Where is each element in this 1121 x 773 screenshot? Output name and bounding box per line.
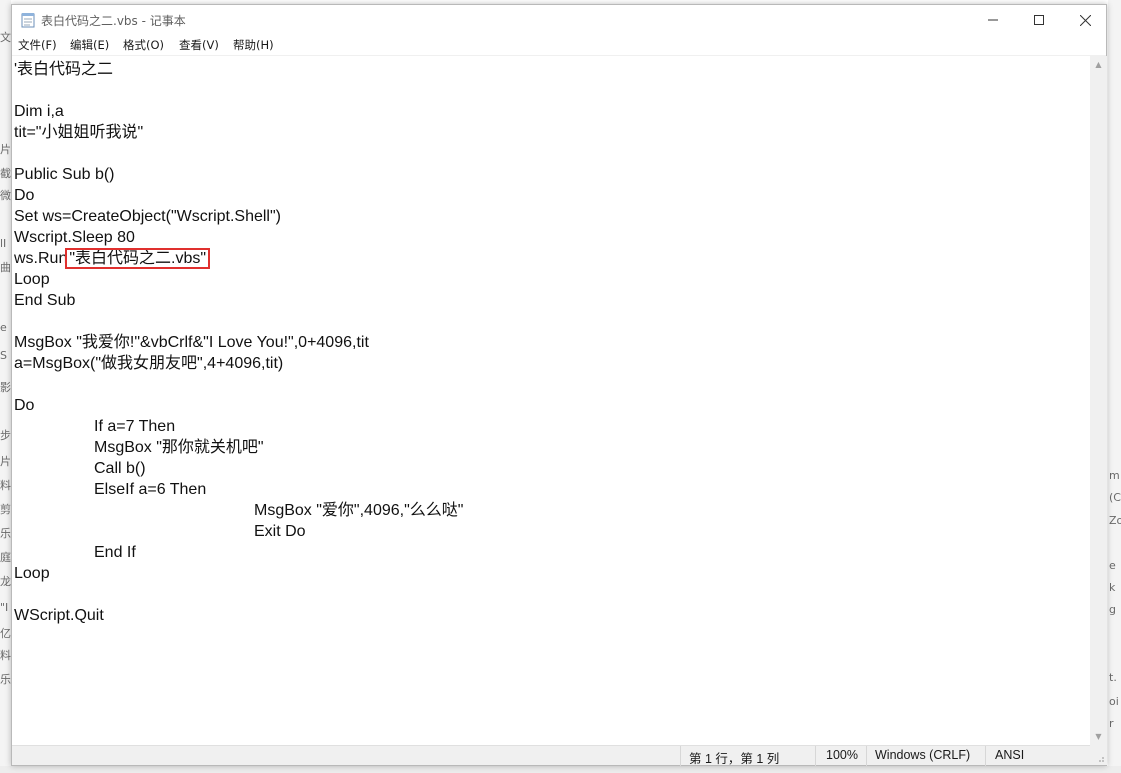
code-line: End If (94, 544, 136, 561)
encoding: ANSI (995, 748, 1025, 762)
code-line: Loop (14, 565, 50, 582)
close-button[interactable] (1062, 5, 1108, 35)
minimize-icon (988, 19, 998, 21)
window-title: 表白代码之二.vbs - 记事本 (41, 14, 186, 28)
code-line: MsgBox "那你就关机吧" (94, 439, 264, 456)
code-line: Dim i,a (14, 103, 64, 120)
notepad-icon (21, 13, 35, 28)
bg-fragment: 影 (0, 381, 11, 394)
code-line: Set ws=CreateObject("Wscript.Shell") (14, 208, 281, 225)
highlighted-filename: "表白代码之二.vbs" (65, 248, 211, 269)
zoom-level: 100% (826, 748, 858, 762)
close-icon (1079, 14, 1091, 26)
bg-fragment: 步 (0, 429, 11, 442)
code-line: ElseIf a=6 Then (94, 481, 207, 498)
bg-fragment: Zo (1109, 514, 1121, 527)
status-bar: 第 1 行，第 1 列 100% Windows (CRLF) ANSI (12, 745, 1090, 766)
code-line: tit="小姐姐听我说" (14, 124, 144, 141)
menu-format[interactable]: 格式(O) (123, 37, 164, 53)
bg-fragment: 剪 (0, 503, 11, 516)
code-line: '表白代码之二 (14, 61, 114, 78)
text-editor[interactable]: '表白代码之二 Dim i,a tit="小姐姐听我说" Public Sub … (12, 56, 1090, 745)
code-line-run: ws.Run "表白代码之二.vbs" (14, 248, 211, 269)
bg-fragment: 片 (0, 455, 11, 468)
bg-fragment: 截 (0, 167, 11, 180)
status-divider (815, 746, 816, 766)
notepad-window: 表白代码之二.vbs - 记事本 文件(F) 编辑(E) 格式(O) 查看(V)… (11, 4, 1107, 766)
code-line: Do (14, 187, 35, 204)
status-divider (985, 746, 986, 766)
bg-fragment: 亿 (0, 627, 11, 640)
minimize-button[interactable] (970, 5, 1016, 35)
code-line: Exit Do (254, 523, 306, 540)
code-line: Call b() (94, 460, 146, 477)
code-line: Do (14, 397, 35, 414)
bg-fragment: e (0, 321, 7, 334)
code-line: MsgBox "我爱你!"&vbCrlf&"I Love You!",0+409… (14, 334, 369, 351)
bg-fragment: 乐 (0, 673, 11, 686)
bg-fragment: k (1109, 581, 1116, 594)
bg-fragment: 文 (0, 31, 11, 44)
code-line: a=MsgBox("做我女朋友吧",4+4096,tit) (14, 355, 284, 372)
bg-fragment: r (1109, 717, 1114, 730)
resize-grip[interactable] (1090, 745, 1107, 765)
bg-fragment: 曲 (0, 261, 11, 274)
bg-fragment: 微 (0, 189, 11, 202)
title-bar[interactable]: 表白代码之二.vbs - 记事本 (12, 5, 1106, 35)
vertical-scrollbar[interactable]: ▲ ▼ (1090, 56, 1107, 745)
maximize-icon (1034, 15, 1044, 25)
run-statement: ws.Run (14, 250, 68, 267)
cursor-position: 第 1 行，第 1 列 (689, 752, 780, 766)
bg-fragment: 乐 (0, 527, 11, 540)
code-line: Wscript.Sleep 80 (14, 229, 135, 246)
code-line: If a=7 Then (94, 418, 176, 435)
bg-fragment: 龙 (0, 575, 11, 588)
bg-fragment: lI (0, 237, 7, 250)
bg-fragment: S (0, 349, 7, 362)
bg-fragment: (C (1109, 491, 1121, 504)
bg-fragment: 片 (0, 143, 11, 156)
menu-bar: 文件(F) 编辑(E) 格式(O) 查看(V) 帮助(H) (12, 35, 1106, 55)
desktop-background-bottom (0, 766, 1121, 773)
menu-help[interactable]: 帮助(H) (233, 37, 274, 53)
scroll-up-icon[interactable]: ▲ (1090, 56, 1107, 73)
maximize-button[interactable] (1016, 5, 1062, 35)
bg-fragment: 庭 (0, 551, 11, 564)
bg-fragment: 料 (0, 479, 11, 492)
status-divider (680, 746, 681, 766)
bg-fragment: e (1109, 559, 1116, 572)
bg-fragment: m (1109, 469, 1120, 482)
bg-fragment: 料 (0, 649, 11, 662)
scroll-down-icon[interactable]: ▼ (1090, 728, 1107, 745)
status-divider (866, 746, 867, 766)
menu-view[interactable]: 查看(V) (179, 37, 219, 53)
bg-fragment: t. (1109, 671, 1117, 684)
code-line: MsgBox "爱你",4096,"么么哒" (254, 502, 464, 519)
code-line: WScript.Quit (14, 607, 104, 624)
menu-file[interactable]: 文件(F) (18, 37, 57, 53)
code-line: Loop (14, 271, 50, 288)
code-line: End Sub (14, 292, 76, 309)
line-ending: Windows (CRLF) (875, 748, 971, 762)
bg-fragment: g (1109, 603, 1116, 616)
desktop-background-right (1108, 0, 1121, 773)
menu-edit[interactable]: 编辑(E) (70, 37, 109, 53)
resize-grip-icon (1099, 757, 1104, 762)
bg-fragment: oi (1109, 695, 1119, 708)
code-line: Public Sub b() (14, 166, 115, 183)
bg-fragment: "I (0, 601, 9, 614)
